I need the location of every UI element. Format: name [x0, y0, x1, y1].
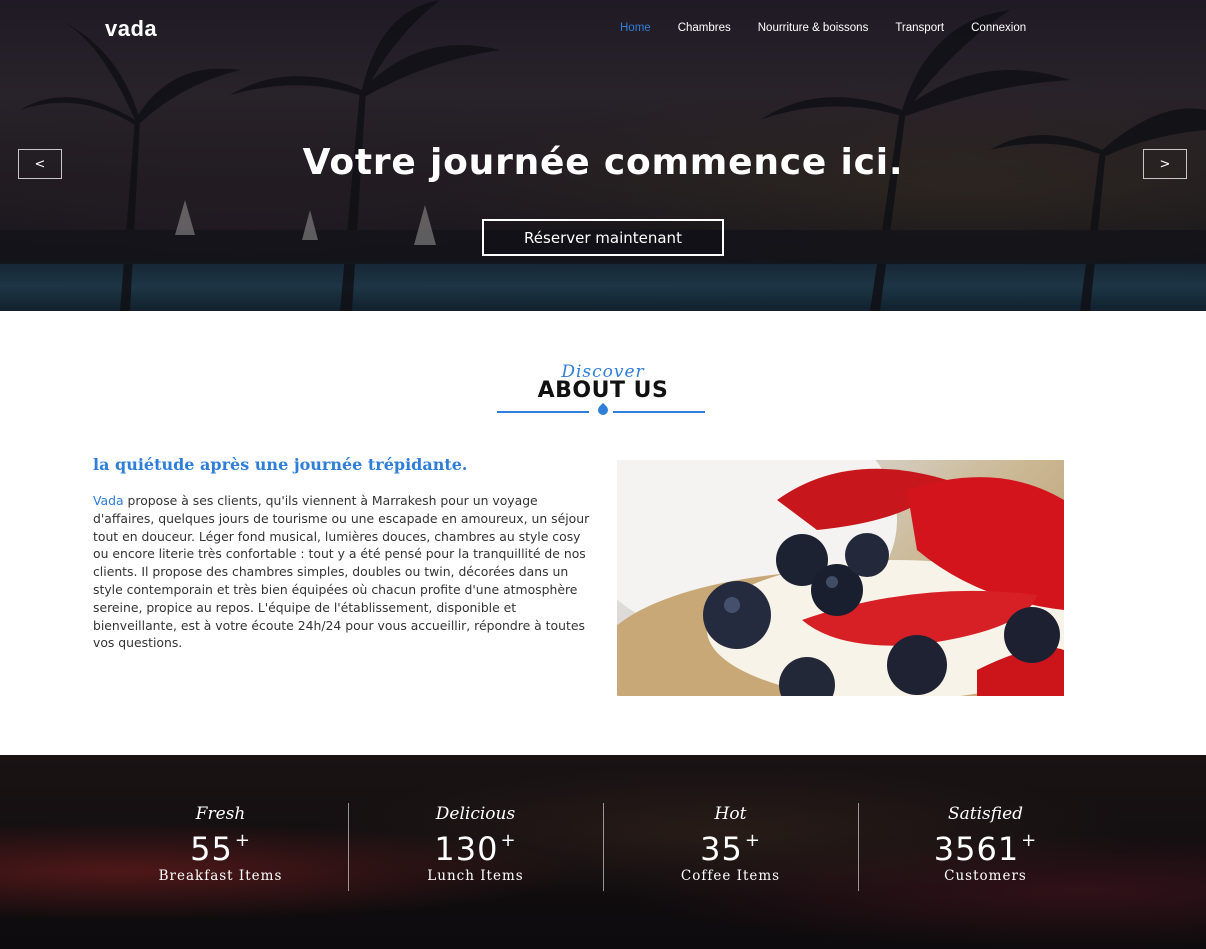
book-now-button[interactable]: Réserver maintenant	[482, 219, 724, 256]
nav-home[interactable]: Home	[620, 22, 651, 34]
berries-granola-illustration	[617, 460, 1064, 696]
about-heading: Discover ABOUT US	[0, 360, 1206, 420]
main-nav: Home Chambres Nourriture & boissons Tran…	[620, 22, 1053, 34]
counter-customers: Satisfied 3561 + Customers	[858, 803, 1113, 893]
counter-number: 35 +	[700, 830, 761, 868]
breakfast-bowl-image	[617, 460, 1064, 696]
nav-chambres[interactable]: Chambres	[678, 22, 731, 34]
counter-number: 55 +	[190, 830, 251, 868]
site-logo[interactable]: vada	[105, 16, 157, 42]
counter-label: Lunch Items	[427, 868, 524, 884]
about-title: ABOUT US	[537, 378, 669, 403]
heading-divider-left	[497, 411, 589, 413]
counter-label: Coffee Items	[680, 868, 781, 884]
counter-number: 130 +	[434, 830, 517, 868]
about-subtitle: la quiétude après une journée trépidante…	[93, 455, 468, 474]
nav-connexion[interactable]: Connexion	[971, 22, 1026, 34]
counter-label: Customers	[944, 868, 1027, 884]
nav-nourriture-boissons[interactable]: Nourriture & boissons	[758, 22, 869, 34]
about-paragraph: Vada propose à ses clients, qu'ils vienn…	[93, 492, 593, 652]
counter-script: Delicious	[435, 804, 516, 824]
hero-slider: vada Home Chambres Nourriture & boissons…	[0, 0, 1206, 311]
counter-breakfast: Fresh 55 + Breakfast Items	[93, 803, 348, 893]
counter-number: 3561 +	[933, 830, 1038, 868]
counter-script: Satisfied	[947, 804, 1024, 824]
counter-label: Breakfast Items	[158, 868, 283, 884]
counter-script: Hot	[714, 804, 747, 824]
about-body-text: propose à ses clients, qu'ils viennent à…	[93, 493, 590, 651]
counter-lunch: Delicious 130 + Lunch Items	[348, 803, 603, 893]
counter-coffee: Hot 35 + Coffee Items	[603, 803, 858, 893]
heading-divider-right	[613, 411, 705, 413]
brand-link[interactable]: Vada	[93, 493, 124, 508]
counter-script: Fresh	[195, 804, 246, 824]
drop-icon	[595, 402, 611, 418]
counters-section: Fresh 55 + Breakfast Items Delicious 130 +…	[0, 755, 1206, 949]
hero-title: Votre journée commence ici.	[302, 142, 904, 183]
nav-transport[interactable]: Transport	[895, 22, 944, 34]
